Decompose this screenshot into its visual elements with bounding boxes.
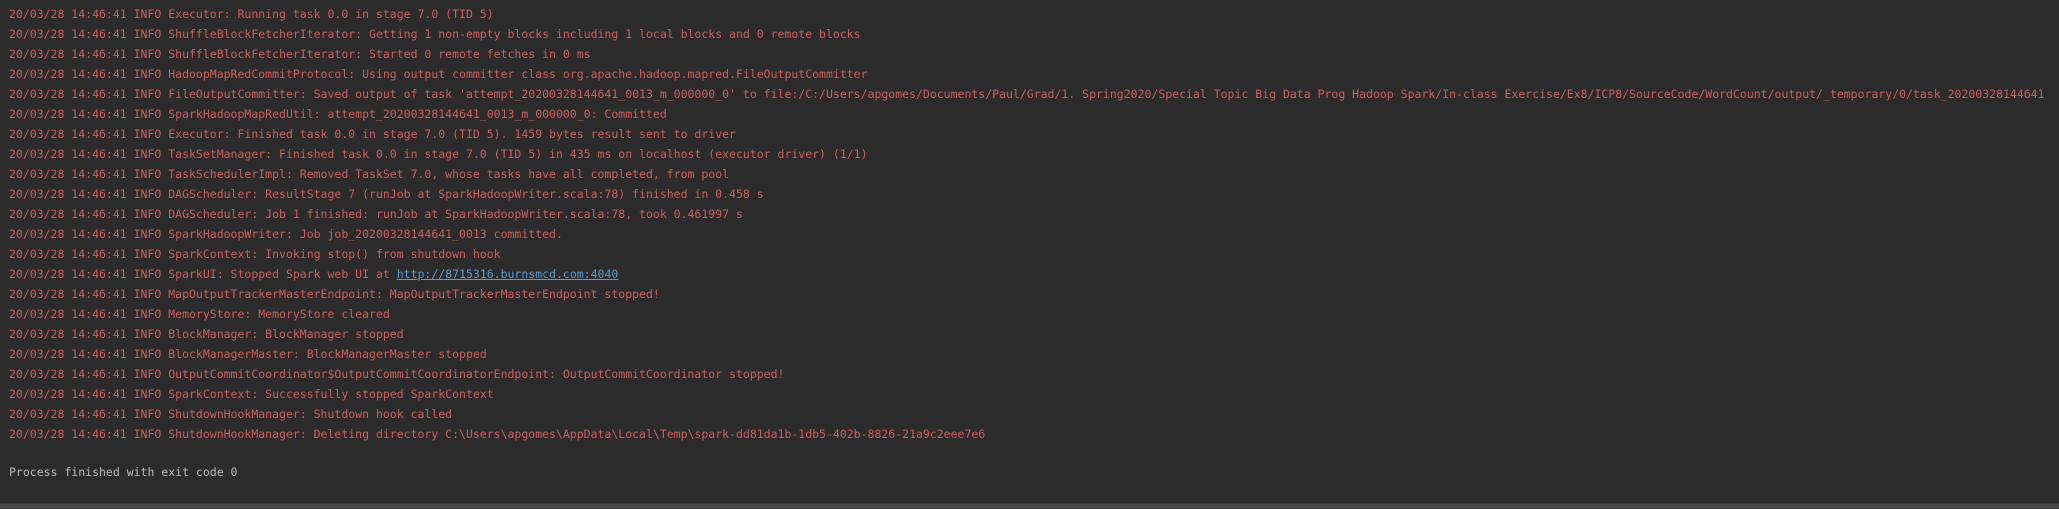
console-log-text: 20/03/28 14:46:41 INFO BlockManager: Blo… xyxy=(9,327,404,341)
console-log-output: 20/03/28 14:46:41 INFO Executor: Running… xyxy=(9,4,2059,444)
console-log-text: 20/03/28 14:46:41 INFO SparkHadoopWriter… xyxy=(9,227,563,241)
console-log-text: 20/03/28 14:46:41 INFO BlockManagerMaste… xyxy=(9,347,487,361)
console-log-line: 20/03/28 14:46:41 INFO Executor: Running… xyxy=(9,4,2059,24)
console-log-text: 20/03/28 14:46:41 INFO ShuffleBlockFetch… xyxy=(9,27,861,41)
console-log-line: 20/03/28 14:46:41 INFO SparkHadoopMapRed… xyxy=(9,104,2059,124)
console-log-line: 20/03/28 14:46:41 INFO BlockManagerMaste… xyxy=(9,344,2059,364)
console-log-text: 20/03/28 14:46:41 INFO TaskSchedulerImpl… xyxy=(9,167,730,181)
console-log-text: 20/03/28 14:46:41 INFO DAGScheduler: Res… xyxy=(9,187,764,201)
console-log-text: 20/03/28 14:46:41 INFO ShutdownHookManag… xyxy=(9,427,986,441)
console-log-text: 20/03/28 14:46:41 INFO ShutdownHookManag… xyxy=(9,407,453,421)
console-log-text: 20/03/28 14:46:41 INFO DAGScheduler: Job… xyxy=(9,207,743,221)
horizontal-scrollbar-thumb[interactable] xyxy=(0,504,2059,508)
process-exit-status: Process finished with exit code 0 xyxy=(9,465,238,479)
console-log-text: 20/03/28 14:46:41 INFO FileOutputCommitt… xyxy=(9,87,2045,101)
console-log-text: 20/03/28 14:46:41 INFO ShuffleBlockFetch… xyxy=(9,47,591,61)
console-log-line: 20/03/28 14:46:41 INFO FileOutputCommitt… xyxy=(9,84,2059,104)
console-log-text: 20/03/28 14:46:41 INFO OutputCommitCoord… xyxy=(9,367,785,381)
console-log-text: 20/03/28 14:46:41 INFO Executor: Finishe… xyxy=(9,127,736,141)
console-log-text: 20/03/28 14:46:41 INFO MemoryStore: Memo… xyxy=(9,307,390,321)
console-log-text: 20/03/28 14:46:41 INFO SparkHadoopMapRed… xyxy=(9,107,667,121)
console-log-line: 20/03/28 14:46:41 INFO SparkContext: Inv… xyxy=(9,244,2059,264)
run-console[interactable]: 20/03/28 14:46:41 INFO Executor: Running… xyxy=(0,0,2059,509)
console-log-line: 20/03/28 14:46:41 INFO DAGScheduler: Job… xyxy=(9,204,2059,224)
console-log-line: 20/03/28 14:46:41 INFO ShuffleBlockFetch… xyxy=(9,44,2059,64)
console-log-line: 20/03/28 14:46:41 INFO OutputCommitCoord… xyxy=(9,364,2059,384)
console-log-line: 20/03/28 14:46:41 INFO DAGScheduler: Res… xyxy=(9,184,2059,204)
console-log-line: 20/03/28 14:46:41 INFO SparkHadoopWriter… xyxy=(9,224,2059,244)
console-log-line: 20/03/28 14:46:41 INFO MemoryStore: Memo… xyxy=(9,304,2059,324)
horizontal-scrollbar[interactable] xyxy=(0,503,2059,509)
console-log-line: 20/03/28 14:46:41 INFO ShutdownHookManag… xyxy=(9,424,2059,444)
console-log-line: 20/03/28 14:46:41 INFO MapOutputTrackerM… xyxy=(9,284,2059,304)
console-log-line: 20/03/28 14:46:41 INFO SparkUI: Stopped … xyxy=(9,264,2059,284)
console-log-line: 20/03/28 14:46:41 INFO ShuffleBlockFetch… xyxy=(9,24,2059,44)
console-log-line: 20/03/28 14:46:41 INFO SparkContext: Suc… xyxy=(9,384,2059,404)
console-log-line: 20/03/28 14:46:41 INFO ShutdownHookManag… xyxy=(9,404,2059,424)
console-log-text: 20/03/28 14:46:41 INFO SparkUI: Stopped … xyxy=(9,267,397,281)
spark-web-ui-link[interactable]: http://8715316.burnsmcd.com:4040 xyxy=(397,267,619,281)
console-log-line: 20/03/28 14:46:41 INFO HadoopMapRedCommi… xyxy=(9,64,2059,84)
console-log-line: 20/03/28 14:46:41 INFO TaskSchedulerImpl… xyxy=(9,164,2059,184)
console-log-line: 20/03/28 14:46:41 INFO Executor: Finishe… xyxy=(9,124,2059,144)
console-log-text: 20/03/28 14:46:41 INFO SparkContext: Suc… xyxy=(9,387,494,401)
console-log-text: 20/03/28 14:46:41 INFO SparkContext: Inv… xyxy=(9,247,501,261)
console-log-text: 20/03/28 14:46:41 INFO Executor: Running… xyxy=(9,7,494,21)
console-log-text: 20/03/28 14:46:41 INFO HadoopMapRedCommi… xyxy=(9,67,868,81)
console-log-line: 20/03/28 14:46:41 INFO TaskSetManager: F… xyxy=(9,144,2059,164)
console-log-text: 20/03/28 14:46:41 INFO TaskSetManager: F… xyxy=(9,147,868,161)
console-log-text: 20/03/28 14:46:41 INFO MapOutputTrackerM… xyxy=(9,287,660,301)
console-log-line: 20/03/28 14:46:41 INFO BlockManager: Blo… xyxy=(9,324,2059,344)
